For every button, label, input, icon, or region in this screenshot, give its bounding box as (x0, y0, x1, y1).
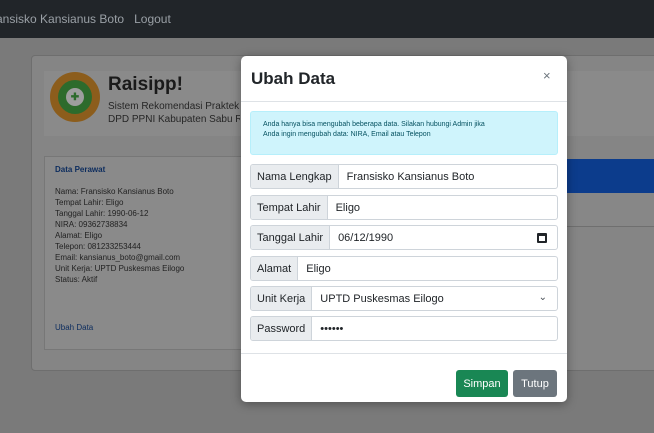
birthplace-input[interactable]: Eligo (328, 196, 557, 219)
full-name-group: Nama Lengkap Fransisko Kansianus Boto (250, 164, 558, 189)
address-input[interactable]: Eligo (298, 257, 557, 280)
profile-card-title: Data Perawat (55, 165, 106, 174)
password-label: Password (251, 317, 313, 340)
birthdate-input[interactable]: 06/12/1990 (330, 226, 557, 249)
profile-name: Nama: Fransisko Kansianus Boto (55, 187, 174, 196)
profile-email: Email: kansianus_boto@gmail.com (55, 253, 181, 262)
profile-nira: NIRA: 09362738834 (55, 220, 128, 229)
close-button[interactable]: Tutup (513, 370, 557, 397)
modal-footer: Simpan Tutup (241, 353, 567, 402)
logout-link[interactable]: Logout (134, 12, 171, 26)
profile-workplace: Unit Kerja: UPTD Puskesmas Eilogo (55, 264, 185, 273)
modal-header: Ubah Data × (241, 56, 567, 102)
edit-data-modal: Ubah Data × Anda hanya bisa mengubah beb… (241, 56, 567, 402)
password-input[interactable]: •••••• (312, 317, 557, 340)
active-list-item[interactable] (564, 159, 654, 193)
profile-address: Alamat: Eligo (55, 231, 103, 240)
password-group: Password •••••• (250, 316, 558, 341)
birthdate-group: Tanggal Lahir 06/12/1990 (250, 225, 558, 250)
profile-status: Status: Aktif (55, 275, 98, 284)
workplace-label: Unit Kerja (251, 287, 313, 310)
edit-data-link[interactable]: Ubah Data (55, 323, 93, 332)
calendar-icon[interactable] (537, 233, 547, 243)
address-group: Alamat Eligo (250, 256, 558, 281)
logo-emblem-icon: ✚ (66, 88, 84, 106)
workplace-select[interactable]: UPTD Puskesmas Eilogo (312, 287, 557, 310)
profile-phone: Telepon: 081233253444 (55, 242, 141, 251)
close-icon[interactable]: × (543, 68, 551, 83)
full-name-input[interactable]: Fransisko Kansianus Boto (339, 165, 557, 188)
address-label: Alamat (251, 257, 299, 280)
alert-line-2: Anda ingin mengubah data: NIRA, Email at… (263, 131, 431, 138)
alert-line-1: Anda hanya bisa mengubah beberapa data. … (263, 121, 485, 128)
app-title: Raisipp! (108, 74, 183, 95)
list-item[interactable] (564, 193, 654, 227)
app-subtitle-1: Sistem Rekomendasi Praktek (108, 101, 240, 112)
logo-inner-ring: ✚ (58, 80, 92, 114)
app-subtitle-2: DPD PPNI Kabupaten Sabu R (108, 114, 240, 125)
birthdate-label: Tanggal Lahir (251, 226, 331, 249)
workplace-group: Unit Kerja UPTD Puskesmas Eilogo ⌄ (250, 286, 558, 311)
profile-birthplace: Tempat Lahir: Eligo (55, 198, 124, 207)
profile-birthdate: Tanggal Lahir: 1990-06-12 (55, 209, 149, 218)
birthplace-group: Tempat Lahir Eligo (250, 195, 558, 220)
info-alert: Anda hanya bisa mengubah beberapa data. … (250, 111, 558, 155)
chevron-down-icon[interactable]: ⌄ (539, 292, 547, 303)
profile-card: Data Perawat Nama: Fransisko Kansianus B… (44, 156, 244, 350)
save-button[interactable]: Simpan (456, 370, 508, 397)
modal-title: Ubah Data (251, 69, 336, 88)
full-name-label: Nama Lengkap (251, 165, 339, 188)
top-navbar: ansisko Kansianus Boto Logout (0, 0, 654, 38)
ppni-logo: ✚ (50, 72, 100, 122)
navbar-user-name[interactable]: ansisko Kansianus Boto (0, 12, 124, 26)
birthplace-label: Tempat Lahir (251, 196, 328, 219)
